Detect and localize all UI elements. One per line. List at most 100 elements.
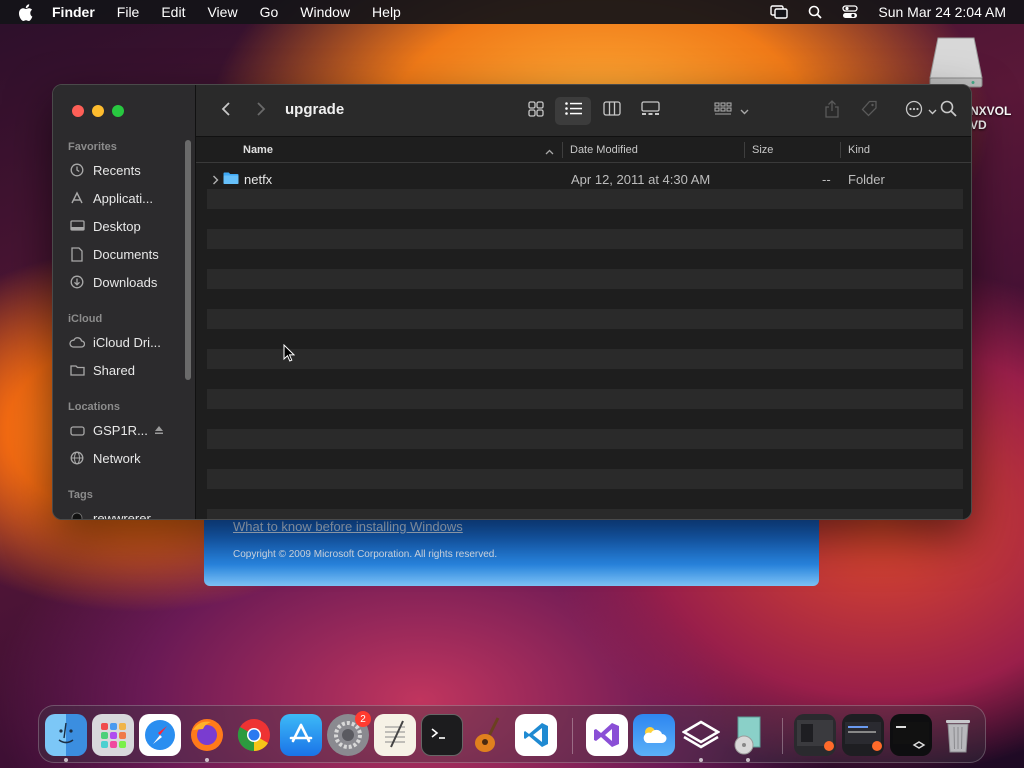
forward-button[interactable]: [251, 97, 271, 125]
column-name[interactable]: Name: [243, 144, 273, 156]
menu-clock[interactable]: Sun Mar 24 2:04 AM: [878, 4, 1006, 20]
control-center-icon[interactable]: [842, 5, 859, 19]
dock-visual-studio-icon[interactable]: [586, 714, 628, 756]
sidebar-item-downloads[interactable]: Downloads: [68, 271, 157, 293]
sidebar-item-shared[interactable]: Shared: [68, 359, 135, 381]
minimize-button[interactable]: [92, 105, 104, 117]
ellipsis-circle-icon: [905, 100, 923, 123]
gallery-icon: [640, 101, 660, 121]
eject-icon[interactable]: [154, 423, 164, 438]
file-size: --: [822, 172, 831, 187]
dock-app-store-icon[interactable]: [280, 714, 322, 756]
group-by-button[interactable]: [710, 97, 752, 125]
dock-finder-icon[interactable]: [45, 714, 87, 756]
screen-mirroring-icon[interactable]: [770, 5, 789, 19]
column-size[interactable]: Size: [752, 144, 773, 156]
dock-safari-icon[interactable]: [139, 714, 181, 756]
dock-vscode-icon[interactable]: [515, 714, 557, 756]
menu-help[interactable]: Help: [372, 4, 401, 20]
folder-icon: [223, 171, 239, 188]
share-button[interactable]: [821, 97, 843, 125]
installer-info-link[interactable]: What to know before installing Windows: [233, 519, 463, 534]
spotlight-search-icon[interactable]: [808, 5, 822, 19]
sidebar-item-network[interactable]: Network: [68, 447, 141, 469]
tag-button[interactable]: [858, 97, 880, 125]
dock: [38, 705, 986, 763]
file-kind: Folder: [848, 172, 885, 187]
sidebar-item-label: GSP1R...: [93, 422, 148, 438]
sidebar-scrollbar[interactable]: [185, 140, 191, 380]
applications-icon: [68, 189, 86, 207]
empty-row: [207, 269, 963, 289]
sidebar-item-icloud-drive[interactable]: iCloud Dri...: [68, 331, 161, 353]
zoom-button[interactable]: [112, 105, 124, 117]
dock-firefox-icon[interactable]: [186, 714, 228, 756]
sidebar-header-favorites: Favorites: [68, 141, 117, 153]
gallery-view-button[interactable]: [636, 97, 664, 125]
sidebar-item-label: Recents: [93, 162, 141, 178]
chevron-right-icon: [256, 101, 266, 122]
close-button[interactable]: [72, 105, 84, 117]
grid-icon: [528, 100, 544, 122]
sidebar-item-tag[interactable]: rewwrerer: [68, 507, 151, 520]
menu-finder[interactable]: Finder: [52, 4, 95, 20]
dock-firefox-window-thumbnail[interactable]: [794, 714, 836, 756]
drive-icon: [68, 421, 86, 439]
dock-garageband-icon[interactable]: [468, 714, 510, 756]
sidebar-header-tags: Tags: [68, 489, 93, 501]
dock-disk-utility-icon[interactable]: [727, 714, 769, 756]
sidebar-item-applications[interactable]: Applicati...: [68, 187, 153, 209]
mouse-pointer-icon: [283, 343, 296, 367]
dock-terminal-window-thumbnail[interactable]: [890, 714, 932, 756]
menu-window[interactable]: Window: [300, 4, 350, 20]
file-list: Name Date Modified Size Kind netfx Apr 1…: [196, 137, 971, 519]
list-view-button[interactable]: [555, 97, 591, 125]
column-date-modified[interactable]: Date Modified: [570, 144, 638, 156]
disclosure-triangle-icon[interactable]: [212, 173, 219, 188]
column-kind[interactable]: Kind: [848, 144, 870, 156]
running-indicator: [699, 758, 703, 762]
network-icon: [68, 449, 86, 467]
file-row-netfx[interactable]: netfx Apr 12, 2011 at 4:30 AM -- Folder: [196, 169, 971, 189]
sidebar-item-documents[interactable]: Documents: [68, 243, 159, 265]
empty-row: [207, 509, 963, 519]
tag-dot-icon: [68, 509, 86, 519]
notification-badge: 2: [355, 711, 371, 727]
cloud-icon: [68, 333, 86, 351]
sidebar-item-recents[interactable]: Recents: [68, 159, 141, 181]
back-button[interactable]: [216, 97, 236, 125]
sidebar-item-label: Shared: [93, 362, 135, 378]
dock-editor-window-thumbnail[interactable]: [842, 714, 884, 756]
sidebar-item-drive[interactable]: GSP1R...: [68, 419, 164, 441]
sidebar-item-label: iCloud Dri...: [93, 334, 161, 350]
sidebar-header-icloud: iCloud: [68, 313, 103, 325]
apple-menu-icon[interactable]: [18, 3, 38, 21]
empty-row: [207, 429, 963, 449]
search-button[interactable]: [934, 97, 962, 125]
dock-terminal-icon[interactable]: [421, 714, 463, 756]
menu-edit[interactable]: Edit: [161, 4, 185, 20]
sidebar-item-label: Documents: [93, 246, 159, 262]
menu-view[interactable]: View: [207, 4, 237, 20]
sidebar-item-label: rewwrerer: [93, 510, 151, 520]
installer-copyright: Copyright © 2009 Microsoft Corporation. …: [233, 549, 498, 560]
dock-trash-icon[interactable]: [937, 714, 979, 756]
finder-window: Favorites Recents Applicati... Desktop D…: [52, 84, 972, 520]
icon-view-button[interactable]: [522, 97, 550, 125]
window-controls: [72, 105, 124, 117]
dock-chrome-icon[interactable]: [233, 714, 275, 756]
running-indicator: [746, 758, 750, 762]
dock-launchpad-icon[interactable]: [92, 714, 134, 756]
sidebar-item-desktop[interactable]: Desktop: [68, 215, 141, 237]
sort-ascending-icon: [545, 146, 554, 158]
dock-textedit-icon[interactable]: [374, 714, 416, 756]
tag-icon: [860, 100, 878, 123]
menu-go[interactable]: Go: [260, 4, 279, 20]
dock-weather-icon[interactable]: [633, 714, 675, 756]
empty-row: [207, 189, 963, 209]
menu-file[interactable]: File: [117, 4, 140, 20]
sidebar-item-label: Desktop: [93, 218, 141, 234]
dock-parallels-icon[interactable]: [680, 714, 722, 756]
empty-row: [207, 389, 963, 409]
column-view-button[interactable]: [598, 97, 626, 125]
